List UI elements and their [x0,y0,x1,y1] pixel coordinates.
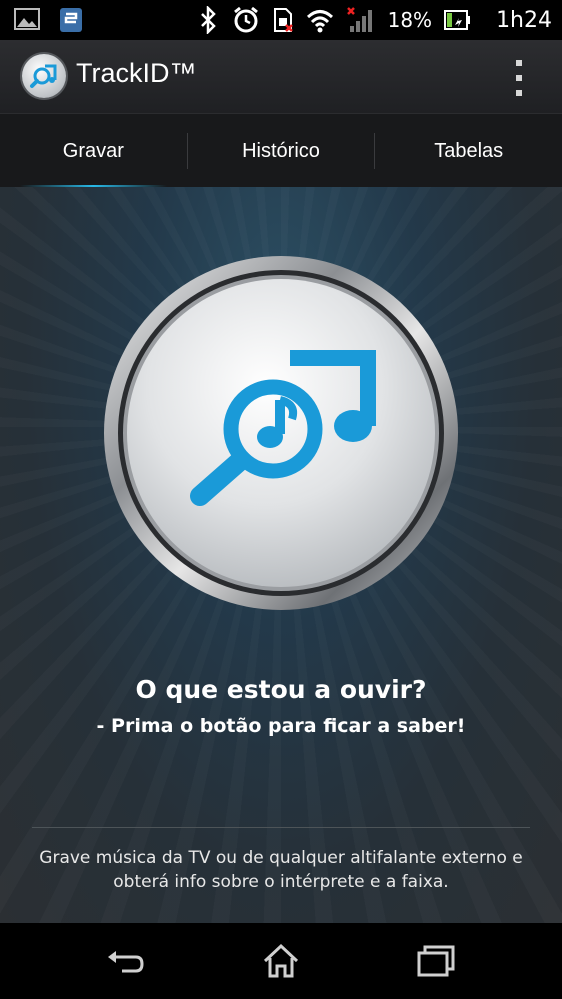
tab-gravar[interactable]: Gravar [0,114,187,188]
overflow-menu-icon[interactable] [516,60,524,96]
recent-apps-icon[interactable] [414,941,458,981]
battery-percent: 18% [387,8,433,32]
record-panel: O que estou a ouvir? - Prima o botão par… [0,187,562,923]
trackid-app-icon[interactable] [22,54,66,98]
back-icon[interactable] [104,941,148,981]
record-button[interactable] [102,254,460,612]
home-icon[interactable] [259,941,303,981]
clock: 1h24 [496,7,552,33]
tab-tabelas[interactable]: Tabelas [375,114,562,188]
gallery-icon [14,8,40,30]
tab-label: Histórico [242,139,320,162]
bluetooth-icon [200,6,216,34]
instruction-text: - Prima o botão para ficar a saber! [96,715,466,737]
navigation-bar [0,923,562,999]
battery-icon [444,10,471,30]
tab-label: Tabelas [434,139,504,162]
app-notification-icon [60,8,82,32]
action-bar: TrackID™ [0,40,562,113]
status-bar: 18% 1h24 [0,0,562,40]
alarm-icon [233,6,258,33]
sim-icon [273,8,293,32]
description-text: Grave música da TV ou de qualquer altifa… [39,848,523,892]
question-heading: O que estou a ouvir? [135,675,427,704]
signal-icon [346,7,372,32]
tab-bar: Gravar Histórico Tabelas [0,113,562,188]
tab-historico[interactable]: Histórico [188,114,375,188]
wifi-icon [306,10,333,33]
divider [32,827,530,828]
tab-label: Gravar [62,139,124,162]
app-title: TrackID™ [76,58,197,88]
